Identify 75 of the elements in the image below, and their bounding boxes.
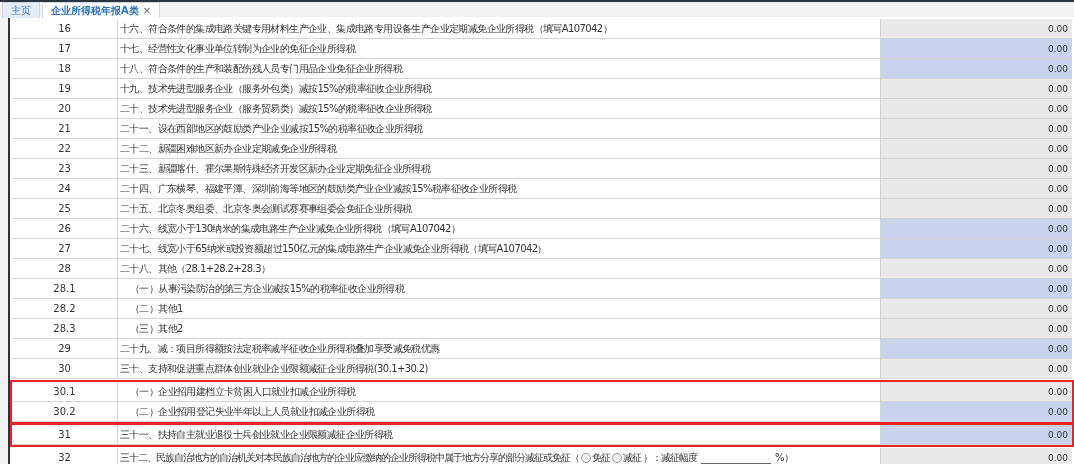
row-label: 十九、技术先进型服务企业（服务外包类）减按15%的税率征收企业所得税: [119, 81, 433, 96]
row-label: 十七、经营性文化事业单位转制为企业的免征企业所得税: [119, 41, 357, 56]
row-label: 二十五、北京冬奥组委、北京冬奥会测试赛赛事组委会免征企业所得税: [119, 201, 413, 216]
row-number: 25: [12, 199, 118, 218]
unit-label: %）: [775, 450, 793, 464]
row-label: （三）其他2: [129, 321, 184, 336]
row-number: 19: [12, 79, 118, 98]
amount-cell[interactable]: 0.00: [880, 19, 1072, 38]
radio-button[interactable]: [581, 452, 591, 463]
tab[interactable]: 主页: [2, 2, 40, 18]
row-label: 二十八、其他（28.1+28.2+28.3）: [119, 261, 272, 276]
amount-cell[interactable]: 0.00: [880, 448, 1072, 464]
row-label: 三十、支持和促进重点群体创业就业企业限额减征企业所得税(30.1+30.2): [119, 361, 429, 376]
amount-cell[interactable]: 0.00: [880, 59, 1072, 78]
row-number: 20: [12, 99, 118, 118]
close-icon[interactable]: ×: [142, 5, 152, 16]
row-number: 30.2: [12, 402, 118, 421]
amount-cell[interactable]: 0.00: [880, 219, 1072, 238]
row-label: 二十三、新疆喀什、霍尔果斯特殊经济开发区新办企业定期免征企业所得税: [119, 161, 432, 176]
row-label: 二十七、线宽小于65纳米或投资额超过150亿元的集成电路生产企业减免企业所得税（填写A107042）: [119, 241, 548, 256]
amount-cell[interactable]: 0.00: [880, 179, 1072, 198]
row-number: 26: [12, 219, 118, 238]
row-label: （二）其他1: [129, 301, 184, 316]
row-label: ）：减征幅度: [643, 450, 697, 464]
row-number: 28.3: [12, 319, 118, 338]
row-number: 30: [12, 359, 118, 378]
row-number: 21: [12, 119, 118, 138]
amount-cell[interactable]: 0.00: [880, 319, 1072, 338]
amount-cell[interactable]: 0.00: [880, 79, 1072, 98]
radio-option[interactable]: 免征: [581, 450, 610, 464]
radio-option[interactable]: 减征: [612, 450, 641, 464]
amount-cell[interactable]: 0.00: [880, 299, 1072, 318]
tab[interactable]: 企业所得税年报A类 ×: [42, 2, 161, 18]
row-number: 28.2: [12, 299, 118, 318]
row-number: 22: [12, 139, 118, 158]
amount-cell[interactable]: 0.00: [880, 259, 1072, 278]
amount-cell[interactable]: 0.00: [880, 99, 1072, 118]
amount-cell[interactable]: 0.00: [880, 39, 1072, 58]
amount-cell[interactable]: 0.00: [880, 359, 1072, 378]
amount-cell[interactable]: 0.00: [880, 199, 1072, 218]
row-label: 三十二、民族自治地方的自治机关对本民族自治地方的企业应缴纳的企业所得税中属于地方分享的部分减征或免征（: [120, 450, 579, 464]
row-label: 十六、符合条件的集成电路关键专用材料生产企业、集成电路专用设备生产企业定期减免企业所得税（填写A107042）: [119, 21, 613, 36]
row-number: 28.1: [12, 279, 118, 298]
amount-cell[interactable]: 0.00: [880, 339, 1072, 358]
amount-cell[interactable]: 0.00: [880, 119, 1072, 138]
row-number: 32: [12, 448, 118, 464]
row-number: 28: [12, 259, 118, 278]
row-label: 二十一、设在西部地区的鼓励类产业企业减按15%的税率征收企业所得税: [119, 121, 424, 136]
radio-button[interactable]: [612, 452, 622, 463]
row-number: 29: [12, 339, 118, 358]
row-label: 二十四、广东横琴、福建平潭、深圳前海等地区的鼓励类产业企业减按15%税率征收企业所得税: [119, 181, 518, 196]
row-number: 16: [12, 19, 118, 38]
row-number: 27: [12, 239, 118, 258]
row-label: 二十九、减：项目所得额按法定税率减半征收企业所得税叠加享受减免税优惠: [119, 341, 441, 356]
row-label: 二十二、新疆困难地区新办企业定期减免企业所得税: [119, 141, 338, 156]
row-label: （一）企业招用建档立卡贫困人口就业扣减企业所得税: [129, 384, 357, 399]
row-number: 18: [12, 59, 118, 78]
row-label: （二）企业招用登记失业半年以上人员就业扣减企业所得税: [129, 404, 376, 419]
amount-cell[interactable]: 0.00: [880, 425, 1072, 444]
row-label: 十八、符合条件的生产和装配伤残人员专门用品企业免征企业所得税: [119, 61, 404, 76]
row-number: 30.1: [12, 382, 118, 401]
row-label: 三十一、扶持自主就业退役士兵创业就业企业限额减征企业所得税: [119, 427, 394, 442]
row-number: 23: [12, 159, 118, 178]
row-number: 17: [12, 39, 118, 58]
row-label: （一）从事污染防治的第三方企业减按15%的税率征收企业所得税: [129, 281, 406, 296]
row-number: 24: [12, 179, 118, 198]
amount-cell[interactable]: 0.00: [880, 382, 1072, 401]
amount-cell[interactable]: 0.00: [880, 279, 1072, 298]
amount-cell[interactable]: 0.00: [880, 159, 1072, 178]
amount-cell[interactable]: 0.00: [880, 139, 1072, 158]
row-number: 31: [12, 425, 118, 444]
row-label: 二十六、线宽小于130纳米的集成电路生产企业减免企业所得税（填写A107042）: [119, 221, 462, 236]
row-label: 二十、技术先进型服务企业（服务贸易类）减按15%的税率征收企业所得税: [119, 101, 433, 116]
amount-cell[interactable]: 0.00: [880, 402, 1072, 421]
amount-cell[interactable]: 0.00: [880, 239, 1072, 258]
